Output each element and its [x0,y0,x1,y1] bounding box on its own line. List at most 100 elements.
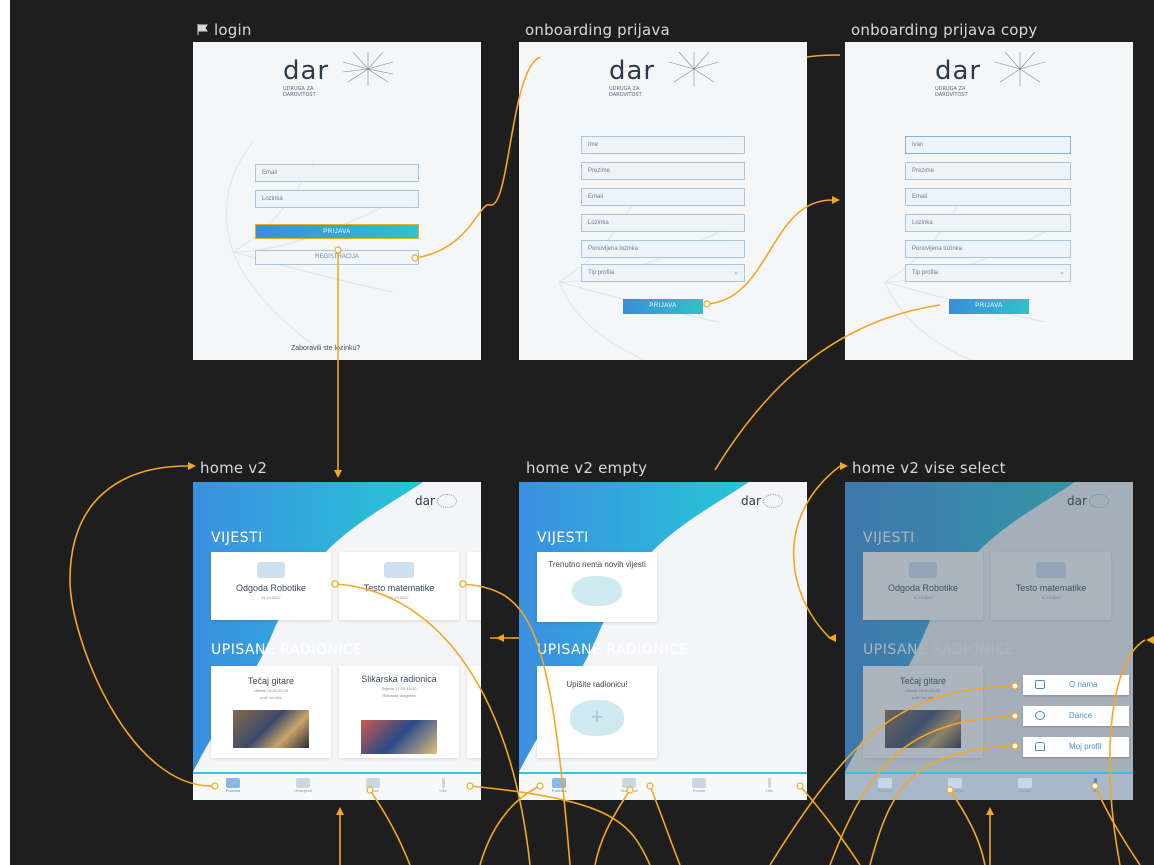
menu-profile[interactable]: Moj profil [1023,737,1129,757]
news-card-date: 11.10.2017 [261,595,281,600]
submit-button[interactable]: PRIJAVA [623,299,703,314]
nav-vise-label: Više [1091,788,1099,793]
news-icon [296,778,310,788]
nav-obavijesti[interactable]: Obavijesti [935,778,975,793]
nav-obavijesti-label: Obavijesti [946,788,964,793]
repeat-password-field[interactable]: Ponovljena lozinka [905,240,1071,258]
arrowhead [188,462,196,470]
arrowhead [986,807,994,815]
workshops-heading: UPISANE RADIONICE [537,642,689,658]
artboard-title-login[interactable]: login [197,21,252,39]
more-icon [1093,778,1097,788]
news-card[interactable]: Testo matematike 11.10.2017 [339,552,459,620]
arrowhead [840,462,848,470]
arrowhead [496,634,504,642]
news-card-partial[interactable] [467,552,481,620]
more-icon [767,778,771,788]
login-button[interactable]: PRIJAVA [255,224,419,239]
menu-profile-label: Moj profil [1069,742,1102,751]
empty-workshop-card[interactable]: Upišite radionicu! + [537,666,657,758]
workshop-card[interactable]: Slikarska radionica Srijeda 17:00-18:30 … [339,666,459,758]
news-card-date: 11.10.2017 [389,595,409,600]
artboard-title-home-vise[interactable]: home v2 vise select [852,459,1006,477]
email-field[interactable]: Email [581,188,745,206]
menu-dance-label: Dance [1069,711,1093,720]
dance-icon [1035,711,1045,720]
profile-type-select[interactable]: Tip profila ⌄ [905,264,1071,282]
first-name-field[interactable]: Ivan [905,136,1071,154]
repeat-password-field[interactable]: Ponovljena lozinka [581,240,745,258]
nav-poruke[interactable]: Poruke [1005,778,1045,793]
email-field[interactable]: Email [905,188,1071,206]
nav-poruke[interactable]: Poruke [679,778,719,793]
email-field[interactable]: Email [255,164,419,182]
home-screen: dar VIJESTI Odgoda Robotike 11.10.2017 T… [193,482,481,800]
password-field[interactable]: Lozinka [255,190,419,208]
workshop-card[interactable]: Tečaj gitare Utorak 19:00-20:30 prof. Iv… [211,666,331,758]
workshop-card-place: prof. Ivo Ivić [260,695,282,700]
more-icon [441,778,445,788]
nav-vise[interactable]: Više [423,778,463,793]
forgot-password-link[interactable]: Zaboravili ste lozinku? [291,345,360,352]
arrowhead [1146,636,1154,644]
nav-home-label: Početna [877,788,893,793]
nav-vise[interactable]: Više [749,778,789,793]
nav-poruke-label: Poruke [1018,788,1032,793]
dandelion-icon [762,493,783,508]
nav-obavijesti[interactable]: Obavijesti [283,778,323,793]
profile-type-select[interactable]: Tip profila ⌄ [581,264,745,282]
password-field[interactable]: Lozinka [581,214,745,232]
arrowhead [334,470,342,478]
menu-dance[interactable]: Dance [1023,706,1129,726]
logo-word: dar [741,494,761,508]
submit-button[interactable]: PRIJAVA [949,299,1029,314]
logo-sub2: DAROVITOST [609,92,642,98]
nav-home[interactable]: Početna [865,778,905,793]
menu-about[interactable]: O nama [1023,675,1129,695]
nav-obavijesti[interactable]: Obavijesti [609,778,649,793]
nav-home[interactable]: Početna [539,778,579,793]
dandelion-icon [436,493,457,508]
home-icon [552,778,566,788]
nav-poruke[interactable]: Poruke [353,778,393,793]
workshop-card-title: Slikarska radionica [361,674,437,684]
flag-icon [197,24,208,35]
workshop-card-partial[interactable] [467,666,481,758]
logo-word: dar [609,56,656,86]
password-field[interactable]: Lozinka [905,214,1071,232]
workshop-card-place: Richarda Wagnera [382,693,416,698]
chevron-down-icon: ⌄ [1059,269,1065,276]
onboarding-screen: dar UDRUGA ZA DAROVITOST Ime Prezime Ema… [519,42,807,360]
profile-type-label: Tip profila [588,270,615,276]
artboard-title-home[interactable]: home v2 [200,459,267,477]
dar-logo-small: dar [741,490,783,509]
nav-home[interactable]: Početna [213,778,253,793]
guitar-photo [233,710,309,748]
last-name-field[interactable]: Prezime [581,162,745,180]
nav-home-label: Početna [225,788,241,793]
bottom-nav: Početna Obavijesti Poruke Više [845,772,1133,800]
dandelion-icon [669,52,719,86]
artboard-title-onboarding-copy[interactable]: onboarding prijava copy [851,21,1037,39]
dar-logo: dar UDRUGA ZA DAROVITOST [609,52,719,98]
register-button[interactable]: REGISTRACIJA [255,250,419,265]
painting-photo [361,720,437,754]
first-name-field[interactable]: Ime [581,136,745,154]
home-icon [226,778,240,788]
nav-obavijesti-label: Obavijesti [294,788,312,793]
dandelion-icon [343,52,393,86]
add-icon: + [570,700,624,736]
mail-icon [1018,778,1032,788]
artboard-title-onboarding[interactable]: onboarding prijava [525,21,670,39]
bottom-nav: Početna Obavijesti Poruke Više [193,772,481,800]
news-card[interactable]: Odgoda Robotike 11.10.2017 [211,552,331,620]
last-name-field[interactable]: Prezime [905,162,1071,180]
nav-vise[interactable]: Više [1075,778,1115,793]
news-heading: VIJESTI [537,530,589,546]
login-screen: dar UDRUGA ZA DAROVITOST Email Lozinka P… [193,42,481,360]
artboard-title-home-empty[interactable]: home v2 empty [526,459,647,477]
news-icon [948,778,962,788]
onboarding-copy-screen: dar UDRUGA ZA DAROVITOST Ivan Prezime Em… [845,42,1133,360]
nav-vise-label: Više [439,788,447,793]
nav-home-label: Početna [551,788,567,793]
